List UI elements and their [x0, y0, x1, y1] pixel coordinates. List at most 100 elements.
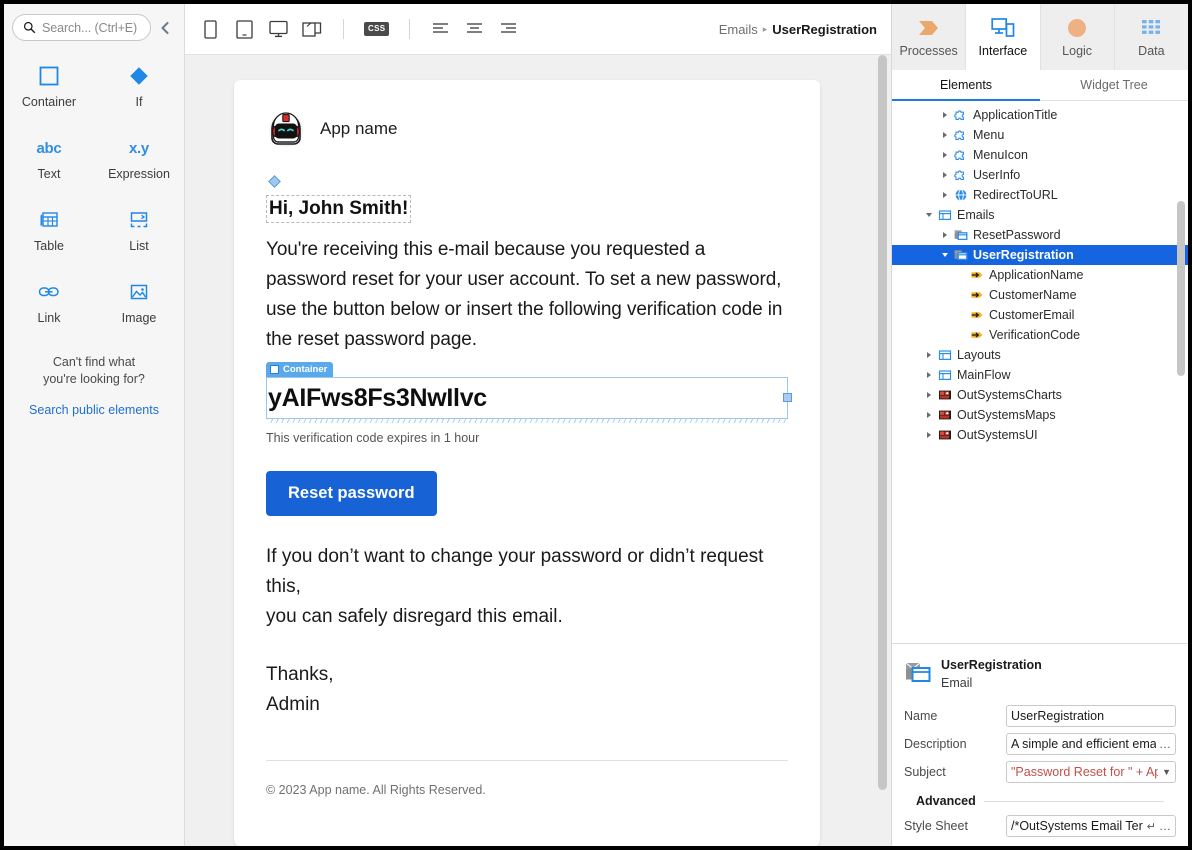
- tree-item-applicationname[interactable]: ApplicationName: [892, 265, 1188, 285]
- property-label: Description: [904, 737, 967, 751]
- block-icon: [952, 108, 970, 122]
- toolbox-item-label: Text: [37, 167, 61, 181]
- toolbox-item-expression[interactable]: x.y Expression: [94, 127, 184, 199]
- tree-vertical-scrollbar[interactable]: [1177, 201, 1185, 376]
- chevron-down-icon[interactable]: ▼: [1158, 767, 1171, 777]
- tree-item-redirecttourl[interactable]: RedirectToURL: [892, 185, 1188, 205]
- name-field[interactable]: UserRegistration: [1006, 705, 1176, 727]
- chevron-right-icon[interactable]: [922, 432, 936, 438]
- align-right-icon[interactable]: [498, 18, 520, 40]
- email-closing-text: If you don’t want to change your passwor…: [266, 542, 788, 632]
- resize-handle[interactable]: [783, 393, 792, 402]
- tree-item-mainflow[interactable]: MainFlow: [892, 365, 1188, 385]
- tree-item-emails[interactable]: Emails: [892, 205, 1188, 225]
- verification-code-container[interactable]: Container yAIFws8Fs3NwIlvc: [266, 362, 792, 423]
- tree-item-layouts[interactable]: Layouts: [892, 345, 1188, 365]
- tree-item-label: OutSystemsMaps: [957, 408, 1056, 422]
- subject-field[interactable]: "Password Reset for " + App ▼: [1006, 761, 1176, 783]
- ellipsis-icon[interactable]: …: [1156, 819, 1171, 833]
- toolbox-item-table[interactable]: Table: [4, 199, 94, 271]
- module-icon: [936, 408, 954, 422]
- block-icon: [952, 168, 970, 182]
- toolbox-item-label: List: [129, 239, 149, 253]
- chevron-right-icon[interactable]: [922, 352, 936, 358]
- tree-item-label: UserInfo: [973, 168, 1021, 182]
- search-public-elements-link[interactable]: Search public elements: [4, 402, 184, 419]
- toolbox-item-if[interactable]: If: [94, 55, 184, 127]
- ellipsis-icon[interactable]: …: [1156, 737, 1171, 751]
- chevron-right-icon[interactable]: [922, 412, 936, 418]
- responsive-icon[interactable]: [301, 18, 323, 40]
- editor-area: CSS Emails ▸ UserRegistration App name H…: [185, 4, 891, 846]
- toolbox-widget-grid: Container If abc Text x.y Expression Tab…: [4, 41, 184, 343]
- phone-icon[interactable]: [199, 18, 221, 40]
- toolbox-item-link[interactable]: Link: [4, 271, 94, 343]
- style-sheet-field[interactable]: /*OutSystems Email Ter ↵ …: [1006, 815, 1176, 837]
- toolbox-item-label: Container: [21, 95, 77, 109]
- tree-item-customername[interactable]: CustomerName: [892, 285, 1188, 305]
- tree-item-label: OutSystemsCharts: [957, 388, 1062, 402]
- table-icon: [38, 205, 60, 235]
- tree-item-outsystemsui[interactable]: OutSystemsUI: [892, 425, 1188, 445]
- chevron-right-icon[interactable]: [922, 392, 936, 398]
- tree-item-outsystemscharts[interactable]: OutSystemsCharts: [892, 385, 1188, 405]
- email-greeting[interactable]: Hi, John Smith!: [266, 195, 412, 223]
- chevron-right-icon[interactable]: [938, 132, 952, 138]
- toolbox-item-list[interactable]: List: [94, 199, 184, 271]
- email-icon: [952, 228, 970, 242]
- tree-item-userregistration[interactable]: UserRegistration: [892, 245, 1188, 265]
- search-input[interactable]: Search... (Ctrl+E): [12, 14, 151, 41]
- tab-data[interactable]: Data: [1115, 4, 1188, 70]
- elements-tree[interactable]: ApplicationTitle Menu MenuIcon UserInfo Redi…: [892, 101, 1188, 643]
- collapse-panel-button[interactable]: [154, 17, 176, 39]
- tree-item-userinfo[interactable]: UserInfo: [892, 165, 1188, 185]
- tree-item-menuicon[interactable]: MenuIcon: [892, 145, 1188, 165]
- verification-code-box[interactable]: yAIFws8Fs3NwIlvc: [266, 377, 792, 423]
- container-tag-label: Container: [283, 364, 328, 375]
- email-canvas: App name Hi, John Smith! You're receivin…: [185, 55, 891, 846]
- properties-title: UserRegistration: [941, 658, 1042, 672]
- canvas-vertical-scrollbar[interactable]: [878, 55, 887, 790]
- tree-item-resetpassword[interactable]: ResetPassword: [892, 225, 1188, 245]
- css-button[interactable]: CSS: [364, 22, 390, 36]
- tree-item-outsystemsmaps[interactable]: OutSystemsMaps: [892, 405, 1188, 425]
- toolbox-item-image[interactable]: Image: [94, 271, 184, 343]
- toolbox-item-container[interactable]: Container: [4, 55, 94, 127]
- chevron-right-icon[interactable]: [938, 192, 952, 198]
- tab-processes[interactable]: Processes: [892, 4, 967, 70]
- tab-logic[interactable]: Logic: [1041, 4, 1115, 70]
- input-param-icon: [968, 288, 986, 302]
- tab-interface[interactable]: Interface: [966, 4, 1041, 70]
- align-left-icon[interactable]: [430, 18, 452, 40]
- description-field[interactable]: A simple and efficient emai …: [1006, 733, 1176, 755]
- chevron-right-icon[interactable]: [938, 172, 952, 178]
- text-icon: abc: [36, 139, 62, 157]
- tree-item-menu[interactable]: Menu: [892, 125, 1188, 145]
- chevron-right-icon[interactable]: [938, 112, 952, 118]
- tab-elements[interactable]: Elements: [892, 70, 1040, 101]
- chevron-right-icon[interactable]: [922, 372, 936, 378]
- tree-item-label: MainFlow: [957, 368, 1011, 382]
- align-center-icon[interactable]: [464, 18, 486, 40]
- tree-item-verificationcode[interactable]: VerificationCode: [892, 325, 1188, 345]
- reset-password-button[interactable]: Reset password: [266, 471, 437, 516]
- chevron-right-icon[interactable]: [938, 152, 952, 158]
- sub-tab-bar: Elements Widget Tree: [892, 70, 1188, 101]
- right-panel: Processes Interface Logic Data Elements …: [891, 4, 1188, 846]
- breadcrumb-parent[interactable]: Emails: [719, 22, 758, 37]
- chevron-down-icon[interactable]: [922, 213, 936, 217]
- closing-line-2: you can safely disregard this email.: [266, 606, 563, 627]
- tree-item-label: CustomerName: [989, 288, 1077, 302]
- module-icon: [936, 428, 954, 442]
- toolbox-item-text[interactable]: abc Text: [4, 127, 94, 199]
- chevron-down-icon[interactable]: [938, 253, 952, 257]
- toolbar-icon-group: CSS: [199, 18, 520, 40]
- tablet-icon[interactable]: [233, 18, 255, 40]
- tab-widget-tree[interactable]: Widget Tree: [1040, 70, 1188, 100]
- brand-name: App name: [320, 119, 398, 138]
- chevron-right-icon[interactable]: [938, 232, 952, 238]
- desktop-icon[interactable]: [267, 18, 289, 40]
- tree-item-customeremail[interactable]: CustomerEmail: [892, 305, 1188, 325]
- processes-icon: [916, 16, 942, 40]
- tree-item-applicationtitle[interactable]: ApplicationTitle: [892, 105, 1188, 125]
